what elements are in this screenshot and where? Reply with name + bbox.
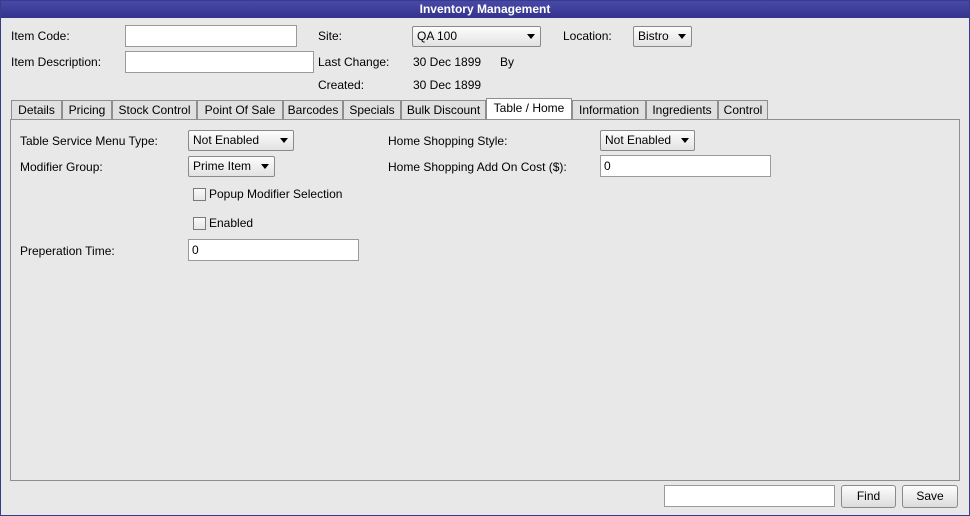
location-select[interactable]: Bistro (633, 26, 692, 47)
enabled-label: Enabled (209, 216, 254, 230)
tab-control[interactable]: Control (718, 100, 768, 119)
created-value: 30 Dec 1899 (413, 78, 482, 92)
home-shopping-style-value: Not Enabled (605, 133, 672, 147)
last-change-value: 30 Dec 1899 (413, 55, 482, 69)
by-label: By (500, 55, 515, 69)
table-service-menu-type-label: Table Service Menu Type: (20, 134, 158, 148)
popup-modifier-selection-checkbox[interactable] (193, 188, 206, 201)
enabled-checkbox[interactable] (193, 217, 206, 230)
tab-ingredients[interactable]: Ingredients (646, 100, 718, 119)
site-select[interactable]: QA 100 (412, 26, 541, 47)
item-description-label: Item Description: (11, 55, 102, 69)
item-code-input[interactable] (125, 25, 297, 47)
last-change-label: Last Change: (318, 55, 390, 69)
created-label: Created: (318, 78, 365, 92)
chevron-down-icon (527, 34, 535, 39)
item-description-input[interactable] (125, 51, 314, 73)
chevron-down-icon (280, 138, 288, 143)
preparation-time-input[interactable]: 0 (188, 239, 359, 261)
home-shopping-add-on-cost-input[interactable]: 0 (600, 155, 771, 177)
tab-stock-control[interactable]: Stock Control (112, 100, 197, 119)
home-shopping-style-select[interactable]: Not Enabled (600, 130, 695, 151)
inventory-management-window: Inventory Management Item Code: Item Des… (0, 0, 970, 516)
home-shopping-add-on-cost-label: Home Shopping Add On Cost ($): (388, 160, 567, 174)
chevron-down-icon (261, 164, 269, 169)
table-home-panel: Table Service Menu Type: Not Enabled Mod… (10, 119, 960, 481)
site-label: Site: (318, 29, 343, 43)
preparation-time-label: Preperation Time: (20, 244, 115, 258)
tab-pricing[interactable]: Pricing (62, 100, 112, 119)
modifier-group-select[interactable]: Prime Item (188, 156, 275, 177)
table-service-menu-type-value: Not Enabled (193, 133, 260, 147)
window-title: Inventory Management (1, 1, 969, 18)
tab-barcodes[interactable]: Barcodes (283, 100, 343, 119)
location-label: Location: (563, 29, 612, 43)
tab-details[interactable]: Details (11, 100, 62, 119)
save-button[interactable]: Save (902, 485, 958, 508)
table-service-menu-type-select[interactable]: Not Enabled (188, 130, 294, 151)
item-code-label: Item Code: (11, 29, 70, 43)
modifier-group-label: Modifier Group: (20, 160, 103, 174)
tab-point-of-sale[interactable]: Point Of Sale (197, 100, 283, 119)
tab-specials[interactable]: Specials (343, 100, 401, 119)
location-select-value: Bistro (638, 29, 669, 43)
chevron-down-icon (681, 138, 689, 143)
tab-bulk-discount[interactable]: Bulk Discount (401, 100, 486, 119)
popup-modifier-selection-label: Popup Modifier Selection (209, 187, 343, 201)
site-select-value: QA 100 (417, 29, 458, 43)
find-button[interactable]: Find (841, 485, 896, 508)
tab-information[interactable]: Information (572, 100, 646, 119)
search-input[interactable] (664, 485, 835, 507)
home-shopping-style-label: Home Shopping Style: (388, 134, 508, 148)
chevron-down-icon (678, 34, 686, 39)
tab-table-home[interactable]: Table / Home (486, 98, 572, 120)
modifier-group-value: Prime Item (193, 159, 252, 173)
